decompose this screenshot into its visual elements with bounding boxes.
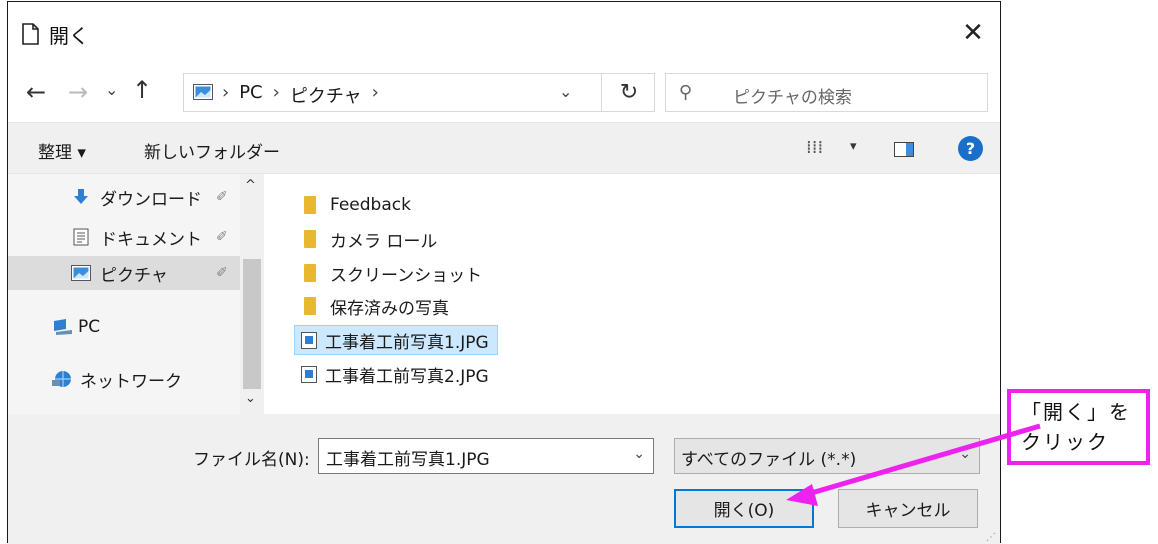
breadcrumb-separator[interactable]: › xyxy=(372,82,379,108)
file-list: Feedback カメラ ロール スクリーンショット 保存済みの写真 工事着工前… xyxy=(264,174,1000,414)
breadcrumb-separator[interactable]: › xyxy=(273,82,280,108)
file-name: スクリーンショット xyxy=(330,265,483,286)
address-dropdown-icon[interactable]: ⌄ xyxy=(559,82,572,101)
pin-icon: ✐ xyxy=(216,265,228,281)
image-file-icon xyxy=(301,365,317,383)
pin-icon: ✐ xyxy=(216,189,228,205)
scroll-down-icon[interactable]: ⌄ xyxy=(245,391,256,406)
sidebar-scrollbar[interactable]: ^ ⌄ xyxy=(240,174,264,414)
recent-locations-button[interactable]: ⌄ xyxy=(105,80,118,99)
back-button[interactable]: ← xyxy=(26,78,46,106)
pictures-icon xyxy=(193,84,213,100)
folder-icon xyxy=(304,297,316,315)
resize-grip-icon[interactable]: ⋰ xyxy=(986,532,996,543)
preview-pane-icon[interactable] xyxy=(894,142,914,157)
new-folder-button[interactable]: 新しいフォルダー xyxy=(144,138,280,163)
organize-button[interactable]: 整理 ▾ xyxy=(38,138,86,163)
sidebar-item-pictures[interactable]: ピクチャ ✐ xyxy=(8,256,240,290)
pin-icon: ✐ xyxy=(216,229,228,245)
close-button[interactable]: ✕ xyxy=(956,16,990,50)
file-name: カメラ ロール xyxy=(330,231,438,252)
filename-label: ファイル名(N): xyxy=(193,450,310,470)
sidebar-item-downloads[interactable]: ダウンロード ✐ xyxy=(8,180,240,214)
filetype-value: すべてのファイル (*.*) xyxy=(681,450,857,470)
view-options-icon[interactable]: ⁞⁞⁞ xyxy=(806,137,823,158)
file-name: Feedback xyxy=(330,195,411,215)
forward-button[interactable]: → xyxy=(68,78,88,106)
refresh-icon: ↻ xyxy=(619,80,639,105)
sidebar-item-network[interactable]: ネットワーク xyxy=(8,362,240,396)
download-arrow-icon xyxy=(70,188,92,206)
sidebar-item-label: ピクチャ xyxy=(100,265,168,286)
sidebar-item-documents[interactable]: ドキュメント ✐ xyxy=(8,220,240,254)
list-item[interactable]: 保存済みの写真 xyxy=(296,291,449,321)
search-box[interactable]: ⚲ ピクチャの検索 xyxy=(665,73,988,112)
filetype-select[interactable]: すべてのファイル (*.*) ⌄ xyxy=(674,438,980,474)
folder-icon xyxy=(304,230,316,248)
list-item[interactable]: スクリーンショット xyxy=(296,258,482,288)
list-item[interactable]: Feedback xyxy=(296,190,411,220)
sidebar-item-label: ネットワーク xyxy=(80,371,182,392)
search-icon: ⚲ xyxy=(679,82,693,103)
navigation-pane: ダウンロード ✐ ドキュメント ✐ ピクチャ ✐ PC ネットワーク xyxy=(8,174,264,414)
open-file-dialog: 開く ✕ ← → ⌄ ↑ › PC › ピクチャ › ⌄ ↻ ⚲ ピクチャの検索… xyxy=(7,1,1001,544)
image-file-icon xyxy=(301,331,317,349)
file-name: 保存済みの写真 xyxy=(330,298,449,319)
chevron-down-icon[interactable]: ⌄ xyxy=(633,446,645,462)
sidebar-item-label: PC xyxy=(78,317,101,337)
filename-value[interactable]: 工事着工前写真1.JPG xyxy=(326,445,490,470)
list-item[interactable]: カメラ ロール xyxy=(296,224,437,254)
breadcrumb: › PC › ピクチャ › xyxy=(222,82,379,108)
sidebar-item-label: ドキュメント xyxy=(100,229,202,250)
open-button[interactable]: 開く(O) xyxy=(674,489,814,528)
document-icon xyxy=(70,228,92,246)
folder-icon xyxy=(304,196,316,214)
scroll-up-icon[interactable]: ^ xyxy=(245,178,256,193)
file-name: 工事着工前写真1.JPG xyxy=(325,332,489,353)
breadcrumb-pc[interactable]: PC xyxy=(239,82,262,108)
scrollbar-thumb[interactable] xyxy=(243,259,261,389)
command-toolbar: 整理 ▾ 新しいフォルダー ⁞⁞⁞ ▾ ? xyxy=(8,122,1000,174)
search-input[interactable]: ピクチャの検索 xyxy=(733,83,852,108)
breadcrumb-pictures[interactable]: ピクチャ xyxy=(290,82,362,108)
up-button[interactable]: ↑ xyxy=(132,76,152,104)
folder-icon xyxy=(304,264,316,282)
view-dropdown-icon[interactable]: ▾ xyxy=(850,139,857,154)
title-bar: 開く ✕ xyxy=(8,2,1000,64)
dialog-footer: ファイル名(N): 工事着工前写真1.JPG ⌄ すべてのファイル (*.*) … xyxy=(8,414,1000,544)
network-icon xyxy=(52,370,74,388)
file-name: 工事着工前写真2.JPG xyxy=(325,366,489,387)
list-item[interactable]: 工事着工前写真1.JPG xyxy=(294,325,498,355)
sidebar-item-pc[interactable]: PC xyxy=(8,310,240,344)
help-icon[interactable]: ? xyxy=(958,136,983,161)
chevron-down-icon[interactable]: ⌄ xyxy=(959,446,971,462)
navigation-bar: ← → ⌄ ↑ › PC › ピクチャ › ⌄ ↻ ⚲ ピクチャの検索 xyxy=(8,64,1000,122)
sidebar-item-label: ダウンロード xyxy=(100,189,202,210)
address-bar[interactable]: › PC › ピクチャ › ⌄ ↻ xyxy=(183,73,655,112)
cancel-button[interactable]: キャンセル xyxy=(838,489,978,528)
refresh-button[interactable]: ↻ xyxy=(601,74,656,111)
annotation-callout: 「開く」を クリック xyxy=(1007,389,1150,465)
list-item[interactable]: 工事着工前写真2.JPG xyxy=(295,359,489,389)
window-title: 開く xyxy=(49,24,89,48)
filename-field[interactable]: 工事着工前写真1.JPG ⌄ xyxy=(318,438,654,474)
computer-icon xyxy=(52,318,74,336)
close-icon: ✕ xyxy=(962,18,984,48)
pictures-icon xyxy=(70,264,92,282)
breadcrumb-separator: › xyxy=(222,82,230,103)
document-icon xyxy=(22,23,39,45)
